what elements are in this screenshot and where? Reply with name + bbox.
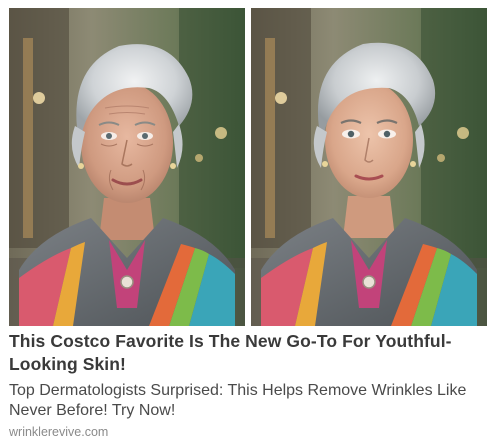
ad-description[interactable]: Top Dermatologists Surprised: This Helps… (9, 381, 489, 421)
after-photo[interactable] (251, 8, 487, 326)
native-ad-card[interactable]: This Costco Favorite Is The New Go-To Fo… (0, 0, 495, 448)
after-photo-illustration (251, 8, 487, 326)
ad-image-pair[interactable] (9, 8, 487, 326)
before-photo-illustration (9, 8, 245, 326)
ad-headline[interactable]: This Costco Favorite Is The New Go-To Fo… (9, 330, 485, 376)
ad-source-domain[interactable]: wrinklerevive.com (9, 424, 108, 440)
before-photo[interactable] (9, 8, 245, 326)
